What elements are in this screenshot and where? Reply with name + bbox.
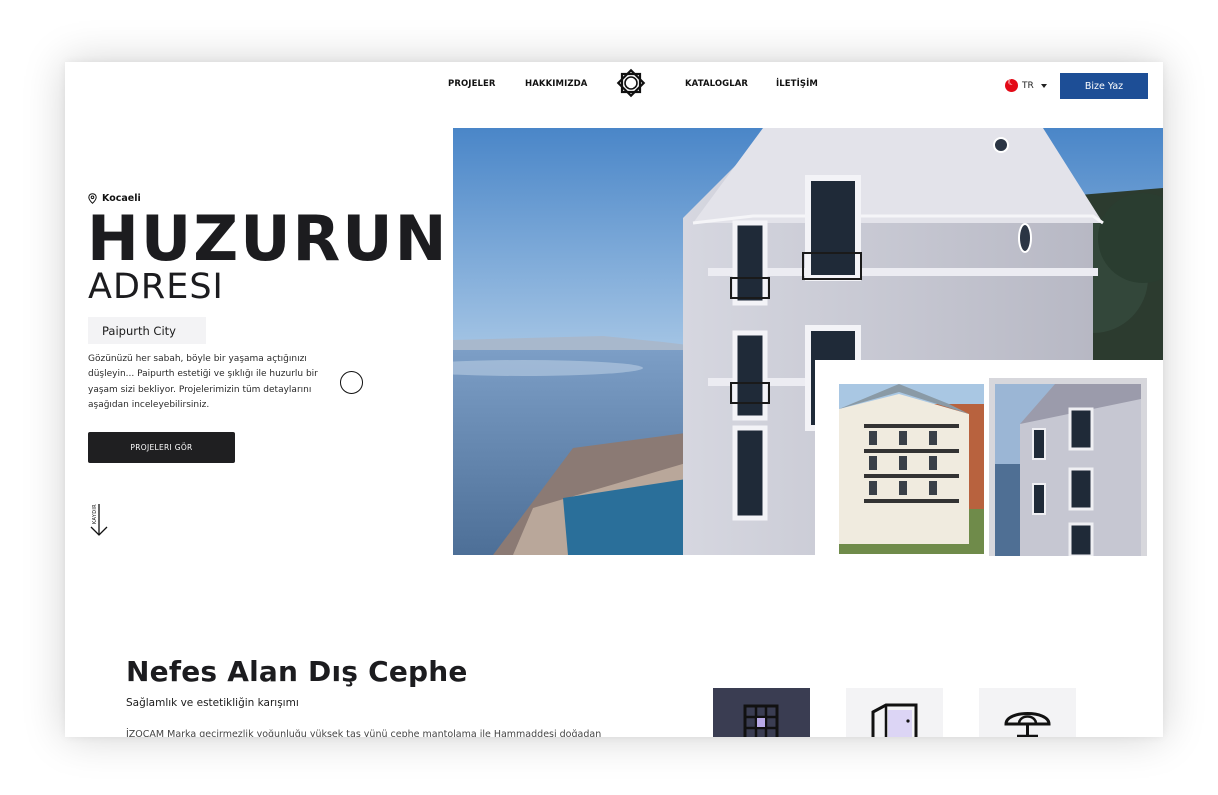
project-name-tag: Paipurth City [88, 317, 206, 344]
feature-card-facade[interactable] [713, 688, 810, 737]
language-selector[interactable]: TR [1005, 77, 1047, 92]
building-grid-icon [743, 704, 779, 737]
language-code: TR [1022, 80, 1034, 91]
door-icon [871, 703, 918, 737]
scroll-label: KAYDIR [91, 504, 98, 524]
umbrella-icon [1004, 712, 1051, 737]
feature-card-terrace[interactable] [979, 688, 1076, 737]
features-subtitle: Sağlamlık ve estetikliğin karışımı [126, 697, 299, 709]
browser-frame: PROJELER HAKKIMIZDA KATALOGLAR İLETİŞİM … [65, 62, 1163, 737]
nav-link-projeler[interactable]: PROJELER [448, 79, 496, 89]
caret-down-icon [1040, 83, 1047, 88]
hero-title: HUZURUN [87, 202, 449, 275]
thumbnail-building-2-selected[interactable] [989, 378, 1147, 556]
feature-card-door[interactable] [846, 688, 943, 737]
hero-description: Gözünüzü her sabah, böyle bir yaşama açt… [88, 354, 318, 411]
slider-toggle-button[interactable] [340, 371, 363, 394]
nav-link-hakkimizda[interactable]: HAKKIMIZDA [525, 79, 587, 89]
contact-cta-button[interactable]: Bize Yaz [1060, 73, 1148, 99]
thumbnail-building-1[interactable] [839, 384, 984, 554]
view-projects-button[interactable]: PROJELERI GÖR [88, 432, 235, 463]
turkey-flag-icon [1005, 77, 1018, 92]
thumbnail-panel [815, 360, 1163, 558]
nav-link-iletisim[interactable]: İLETİŞİM [776, 79, 818, 89]
logo-star-icon[interactable] [614, 66, 648, 100]
features-title: Nefes Alan Dış Cephe [126, 655, 468, 688]
features-body: İZOCAM Marka geçirmezlik yoğunluğu yükse… [126, 729, 602, 737]
nav-link-kataloglar[interactable]: KATALOGLAR [685, 79, 748, 89]
hero-subtitle: ADRESI [88, 267, 224, 307]
